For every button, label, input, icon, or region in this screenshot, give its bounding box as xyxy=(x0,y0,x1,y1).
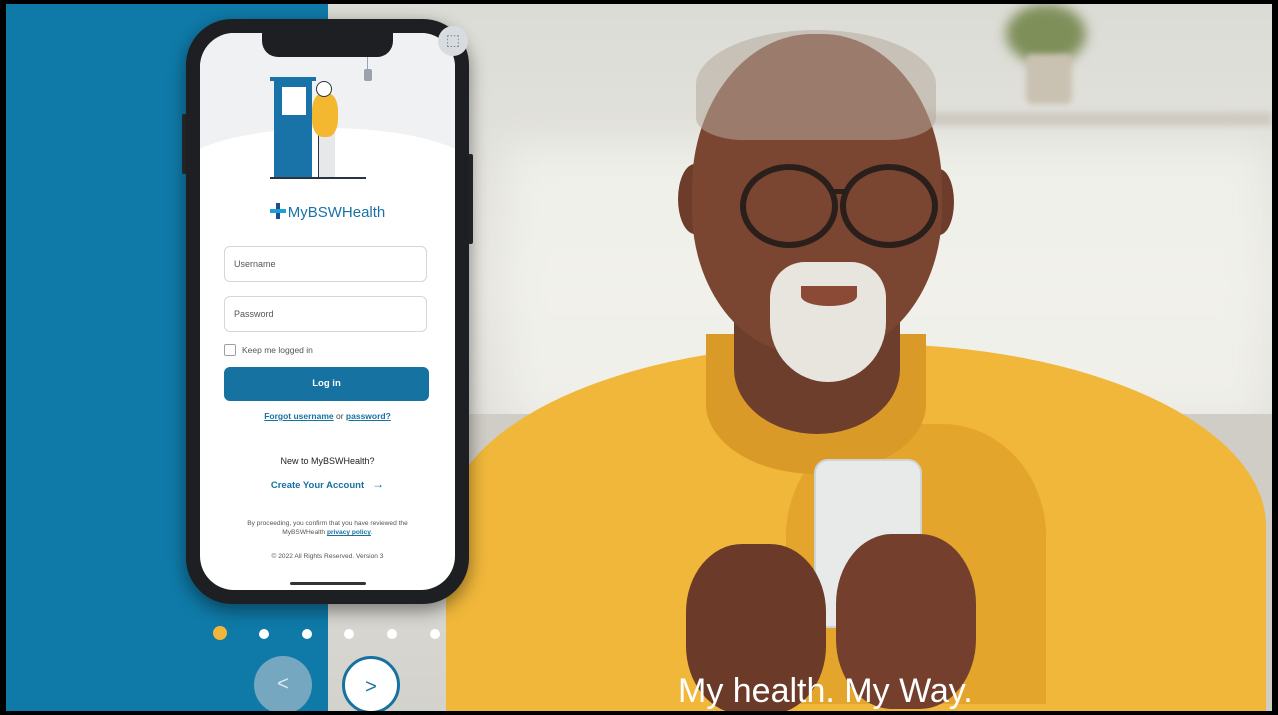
hero-banner: My health. My Way. MyBSWHealth Keep me l… xyxy=(6,4,1272,711)
login-button[interactable]: Log in xyxy=(224,367,429,401)
carousel-next-button[interactable]: > xyxy=(342,656,400,711)
carousel-dot-4[interactable] xyxy=(344,629,354,639)
copyright-text: © 2022 All Rights Reserved. Version 3 xyxy=(271,553,384,560)
carousel-dot-1[interactable] xyxy=(213,626,227,640)
scan-icon[interactable]: ⬚ xyxy=(438,26,468,56)
tagline: My health. My Way. xyxy=(678,672,973,710)
person-icon xyxy=(312,93,338,137)
keep-logged-in-label: Keep me logged in xyxy=(242,345,313,355)
consent-text: By proceeding, you confirm that you have… xyxy=(247,520,408,536)
brand-name: MyBSWHealth xyxy=(287,204,386,221)
carousel-dot-3[interactable] xyxy=(302,629,312,639)
carousel-dot-2[interactable] xyxy=(259,629,269,639)
privacy-policy-link[interactable]: privacy policy xyxy=(327,529,371,536)
forgot-password-link[interactable]: password? xyxy=(346,411,391,421)
phone-mockup: MyBSWHealth Keep me logged in Log in For… xyxy=(186,19,469,604)
arrow-right-icon: → xyxy=(372,477,385,491)
home-indicator xyxy=(290,582,366,585)
new-user-prompt: New to MyBSWHealth? xyxy=(280,456,375,466)
carousel-dot-6[interactable] xyxy=(430,629,440,639)
phone-screen: MyBSWHealth Keep me logged in Log in For… xyxy=(200,33,455,590)
keep-logged-in[interactable]: Keep me logged in xyxy=(224,343,313,357)
password-input[interactable] xyxy=(224,296,427,332)
lamp-icon xyxy=(364,69,372,81)
forgot-username-link[interactable]: Forgot username xyxy=(264,411,333,421)
username-input[interactable] xyxy=(224,246,427,282)
glasses xyxy=(740,164,838,248)
brand-logo: MyBSWHealth xyxy=(200,203,455,221)
carousel-dot-5[interactable] xyxy=(387,629,397,639)
create-account-link[interactable]: Create Your Account → xyxy=(200,477,455,491)
beard xyxy=(770,262,886,382)
forgot-credentials: Forgot username or password? xyxy=(200,411,455,421)
create-account-label: Create Your Account xyxy=(270,480,365,491)
keep-logged-in-checkbox[interactable] xyxy=(224,344,236,356)
phone-notch xyxy=(262,33,393,57)
forgot-or-text: or xyxy=(333,411,346,421)
cross-logo-icon xyxy=(269,203,286,219)
carousel-prev-button[interactable]: < xyxy=(254,656,312,711)
